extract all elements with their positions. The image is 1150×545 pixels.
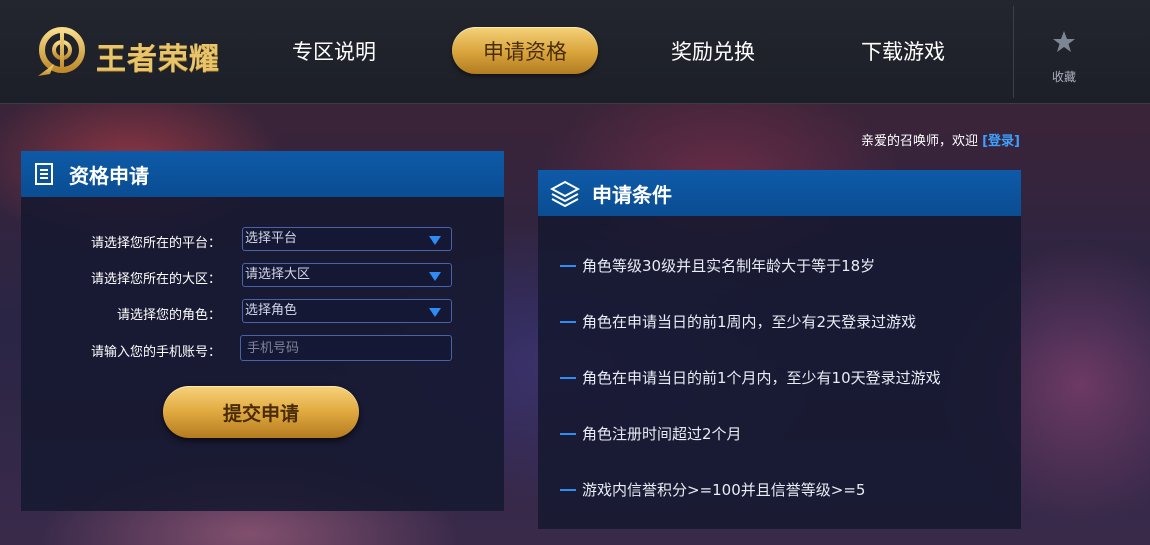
platform-select[interactable]: 选择平台	[242, 227, 452, 251]
dash-bullet-icon	[560, 488, 576, 491]
platform-label: 请选择您所在的平台：	[90, 236, 221, 251]
welcome-text: 亲爱的召唤师，欢迎	[860, 134, 978, 149]
condition-item: 角色在申请当日的前1周内，至少有2天登录过游戏	[560, 311, 916, 332]
dash-bullet-icon	[560, 432, 576, 435]
favorite-button[interactable]: 收藏	[1040, 30, 1088, 86]
logo-emblem-icon	[38, 27, 85, 76]
condition-item: 游戏内信誉积分>=100并且信誉等级>=5	[560, 479, 865, 500]
dropdown-arrow-icon	[429, 236, 441, 245]
condition-text: 角色在申请当日的前1个月内，至少有10天登录过游戏	[582, 369, 941, 387]
nav-apply-qualification[interactable]: 申请资格	[452, 27, 598, 74]
document-icon	[35, 163, 53, 185]
nav-reward-exchange[interactable]: 奖励兑换	[671, 36, 755, 66]
role-label: 请选择您的角色：	[116, 308, 221, 323]
top-header: 王者荣耀 专区说明 申请资格 奖励兑换 下载游戏 收藏	[0, 0, 1150, 104]
role-select[interactable]: 选择角色	[242, 299, 452, 323]
server-select-value: 请选择大区	[245, 267, 311, 282]
welcome-message: 亲爱的召唤师，欢迎 [登录]	[861, 130, 1020, 149]
conditions-panel-title: 申请条件	[592, 182, 672, 207]
server-label: 请选择您所在的大区：	[90, 272, 221, 287]
condition-text: 角色在申请当日的前1周内，至少有2天登录过游戏	[582, 313, 917, 331]
dash-bullet-icon	[560, 264, 576, 267]
condition-text: 角色注册时间超过2个月	[582, 425, 742, 443]
apply-panel-title: 资格申请	[69, 163, 149, 188]
condition-item: 角色等级30级并且实名制年龄大于等于18岁	[560, 255, 875, 276]
condition-item: 角色注册时间超过2个月	[560, 423, 742, 444]
favorite-label: 收藏	[1051, 70, 1076, 84]
nav-zone-intro[interactable]: 专区说明	[292, 36, 376, 66]
logo-text: 王者荣耀	[96, 42, 220, 77]
conditions-panel-header: 申请条件	[538, 170, 1021, 216]
dropdown-arrow-icon	[429, 272, 441, 281]
submit-button[interactable]: 提交申请	[163, 386, 359, 438]
platform-select-value: 选择平台	[245, 231, 298, 246]
nav-download-game[interactable]: 下载游戏	[861, 36, 945, 66]
condition-text: 游戏内信誉积分>=100并且信誉等级>=5	[582, 481, 866, 499]
condition-item: 角色在申请当日的前1个月内，至少有10天登录过游戏	[560, 367, 941, 388]
server-select[interactable]: 请选择大区	[242, 263, 452, 287]
apply-panel-header: 资格申请	[21, 151, 504, 197]
phone-input[interactable]	[240, 335, 452, 361]
apply-panel: 资格申请 请选择您所在的平台： 选择平台 请选择您所在的大区： 请选择大区 请选…	[21, 151, 504, 511]
condition-text: 角色等级30级并且实名制年龄大于等于18岁	[582, 257, 876, 275]
star-icon	[1053, 31, 1075, 52]
conditions-panel: 申请条件 角色等级30级并且实名制年龄大于等于18岁 角色在申请当日的前1周内，…	[538, 170, 1021, 529]
layers-icon	[550, 180, 580, 207]
game-logo[interactable]: 王者荣耀	[34, 24, 234, 80]
phone-label: 请输入您的手机账号：	[90, 345, 221, 360]
dropdown-arrow-icon	[429, 308, 441, 317]
dash-bullet-icon	[560, 376, 576, 379]
role-select-value: 选择角色	[245, 303, 298, 318]
login-link[interactable]: [登录]	[982, 134, 1020, 149]
header-divider	[1013, 6, 1014, 98]
dash-bullet-icon	[560, 320, 576, 323]
